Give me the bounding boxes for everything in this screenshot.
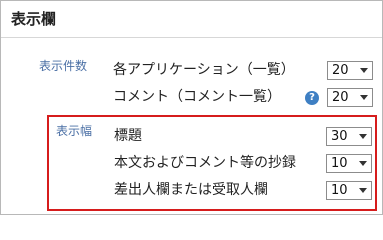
row-label-subject: 標題 [114,128,142,144]
chevron-down-icon [360,68,368,73]
comment-list-count-select[interactable]: 20 [327,88,373,107]
row-label-sender-recipient: 差出人欄または受取人欄 [114,182,268,198]
select-value: 20 [332,63,349,78]
row-label-body-excerpt: 本文およびコメント等の抄録 [114,155,296,171]
subject-width-select[interactable]: 30 [326,127,372,146]
display-count-group-label: 表示件数 [39,59,88,73]
sender-recipient-width-select[interactable]: 10 [326,181,372,200]
help-icon[interactable]: ? [305,91,319,105]
chevron-down-icon [359,161,367,166]
chevron-down-icon [360,95,368,100]
select-value: 10 [331,156,348,171]
select-value: 30 [331,129,348,144]
app-list-count-select[interactable]: 20 [327,61,373,80]
display-width-group-label: 表示幅 [56,124,93,138]
chevron-down-icon [359,188,367,193]
chevron-down-icon [359,134,367,139]
row-label-comment-list: コメント（コメント一覧） [113,89,281,105]
section-title: 表示欄 [11,10,57,28]
settings-panel: 表示欄 表示件数 各アプリケーション（一覧） 20 コメント（コメント一覧） ?… [0,0,383,215]
select-value: 10 [331,183,348,198]
title-divider [1,37,382,38]
row-label-app-list: 各アプリケーション（一覧） [113,62,295,78]
body-excerpt-width-select[interactable]: 10 [326,154,372,173]
select-value: 20 [332,90,349,105]
